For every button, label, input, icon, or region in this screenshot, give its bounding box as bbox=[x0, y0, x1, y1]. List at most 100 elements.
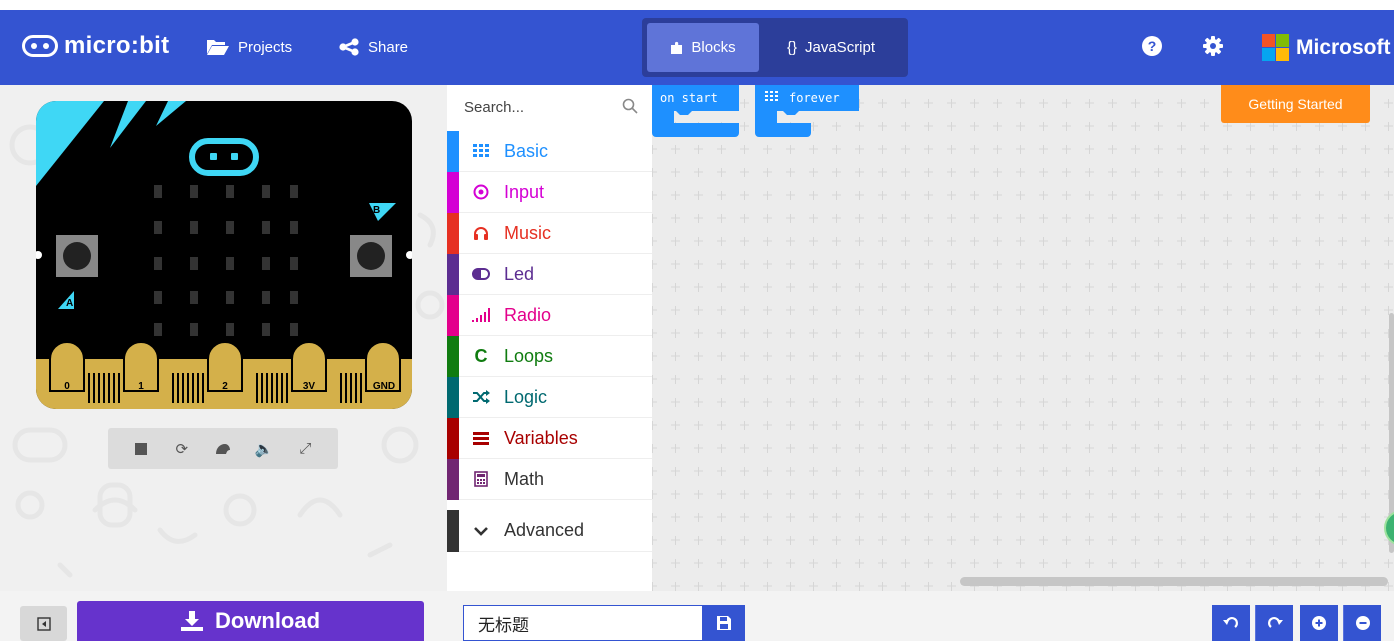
category-color-bar bbox=[447, 459, 459, 500]
workspace-grid bbox=[652, 85, 1394, 591]
folder-icon bbox=[207, 40, 229, 55]
grid-icon bbox=[471, 141, 491, 161]
blocks-tab[interactable]: Blocks bbox=[647, 23, 759, 72]
zoom-in-button[interactable] bbox=[1300, 605, 1338, 641]
category-color-bar bbox=[447, 377, 459, 418]
block-label: on start bbox=[660, 91, 718, 105]
microbit-board[interactable]: A B 0 1 2 3V GND bbox=[36, 101, 412, 409]
category-basic[interactable]: Basic bbox=[447, 131, 652, 172]
undo-icon bbox=[1223, 617, 1238, 628]
javascript-label: JavaScript bbox=[805, 39, 876, 56]
simulator-panel: A B 0 1 2 3V GND ⟳ 🔈 ⤢ bbox=[0, 85, 447, 591]
makecode-editor: micro:bit Projects Share Blocks {} JavaS… bbox=[0, 0, 1394, 641]
category-advanced[interactable]: Advanced bbox=[447, 510, 652, 552]
chevron-down-icon bbox=[474, 526, 488, 536]
help-icon[interactable]: ? bbox=[1141, 35, 1163, 57]
category-label: Radio bbox=[504, 304, 552, 325]
pin-label: 0 bbox=[64, 381, 70, 392]
redo-icon bbox=[1267, 617, 1283, 628]
category-color-bar bbox=[447, 131, 459, 172]
project-name-field bbox=[463, 605, 703, 641]
braces-icon: {} bbox=[786, 39, 797, 56]
pin-label: 3V bbox=[303, 381, 316, 392]
header-bar: micro:bit Projects Share Blocks {} JavaS… bbox=[0, 10, 1394, 85]
category-color-bar bbox=[447, 336, 459, 377]
category-color-bar bbox=[447, 213, 459, 254]
category-logic[interactable]: Logic bbox=[447, 377, 652, 418]
share-label: Share bbox=[368, 38, 409, 56]
javascript-tab[interactable]: {} JavaScript bbox=[759, 23, 903, 72]
stop-icon[interactable] bbox=[130, 438, 152, 460]
restart-icon[interactable]: ⟳ bbox=[171, 438, 193, 460]
download-icon bbox=[180, 611, 203, 631]
advanced-label: Advanced bbox=[504, 520, 585, 540]
projects-button[interactable]: Projects bbox=[206, 38, 292, 56]
headphones-icon bbox=[471, 223, 491, 243]
category-radio[interactable]: Radio bbox=[447, 295, 652, 336]
category-math[interactable]: Math bbox=[447, 459, 652, 500]
share-button[interactable]: Share bbox=[338, 38, 408, 56]
mute-icon[interactable]: 🔈 bbox=[253, 438, 275, 460]
radio-target-icon bbox=[471, 182, 491, 202]
puzzle-icon bbox=[671, 41, 683, 54]
on-start-block[interactable]: on start bbox=[652, 85, 742, 147]
category-label: Logic bbox=[504, 386, 548, 407]
signal-icon bbox=[471, 305, 491, 325]
search-icon[interactable] bbox=[622, 98, 638, 114]
microbit-logo[interactable]: micro:bit bbox=[22, 32, 169, 60]
category-label: Input bbox=[504, 181, 545, 202]
toolbox: Basic Input Music Led Radio C Loops bbox=[447, 85, 652, 591]
getting-started-button[interactable]: Getting Started bbox=[1221, 85, 1370, 123]
category-color-bar bbox=[447, 295, 459, 336]
save-button[interactable] bbox=[703, 605, 745, 641]
logo-text: micro:bit bbox=[64, 32, 170, 59]
category-color-bar bbox=[447, 510, 459, 552]
category-label: Loops bbox=[504, 345, 554, 366]
category-input[interactable]: Input bbox=[447, 172, 652, 213]
category-color-bar bbox=[447, 254, 459, 295]
blocks-workspace[interactable]: on start forever Getting Started bbox=[652, 85, 1394, 591]
category-label: Variables bbox=[504, 427, 578, 448]
editor-toggle: Blocks {} JavaScript bbox=[642, 18, 908, 77]
category-label: Basic bbox=[504, 140, 549, 161]
zoom-out-icon bbox=[1355, 616, 1370, 630]
list-icon bbox=[471, 428, 491, 448]
save-icon bbox=[717, 616, 731, 630]
collapse-icon bbox=[36, 616, 51, 631]
shuffle-icon bbox=[471, 387, 491, 407]
horizontal-scrollbar[interactable] bbox=[960, 577, 1388, 586]
simulator-controls: ⟳ 🔈 ⤢ bbox=[108, 428, 338, 469]
forever-block[interactable]: forever bbox=[755, 85, 865, 147]
fullscreen-icon[interactable]: ⤢ bbox=[294, 438, 316, 460]
pin-label: 2 bbox=[222, 381, 228, 392]
zoom-out-button[interactable] bbox=[1343, 605, 1381, 641]
loop-icon: C bbox=[474, 345, 488, 366]
microbit-logo-icon bbox=[22, 35, 58, 57]
category-variables[interactable]: Variables bbox=[447, 418, 652, 459]
microsoft-label: Microsoft bbox=[1296, 35, 1391, 59]
slowmo-icon[interactable] bbox=[212, 438, 234, 460]
project-name-input[interactable] bbox=[464, 606, 702, 640]
top-strip bbox=[0, 0, 1394, 10]
share-icon bbox=[339, 38, 359, 56]
svg-text:?: ? bbox=[1148, 38, 1157, 54]
toolbox-search bbox=[447, 85, 652, 129]
category-loops[interactable]: C Loops bbox=[447, 336, 652, 377]
collapse-simulator-button[interactable] bbox=[20, 606, 67, 641]
gear-icon[interactable] bbox=[1202, 35, 1224, 57]
microsoft-logo-icon bbox=[1262, 34, 1289, 61]
category-color-bar bbox=[447, 418, 459, 459]
category-label: Music bbox=[504, 222, 552, 243]
microsoft-brand[interactable]: Microsoft bbox=[1262, 34, 1391, 61]
category-led[interactable]: Led bbox=[447, 254, 652, 295]
undo-button[interactable] bbox=[1212, 605, 1250, 641]
download-button[interactable]: Download bbox=[77, 601, 424, 641]
pin-label: 1 bbox=[138, 381, 144, 392]
zoom-in-icon bbox=[1312, 616, 1326, 630]
projects-label: Projects bbox=[238, 38, 293, 56]
block-label: forever bbox=[789, 91, 840, 105]
category-label: Led bbox=[504, 263, 535, 284]
redo-button[interactable] bbox=[1255, 605, 1293, 641]
category-music[interactable]: Music bbox=[447, 213, 652, 254]
button-b-label: B bbox=[373, 205, 380, 216]
